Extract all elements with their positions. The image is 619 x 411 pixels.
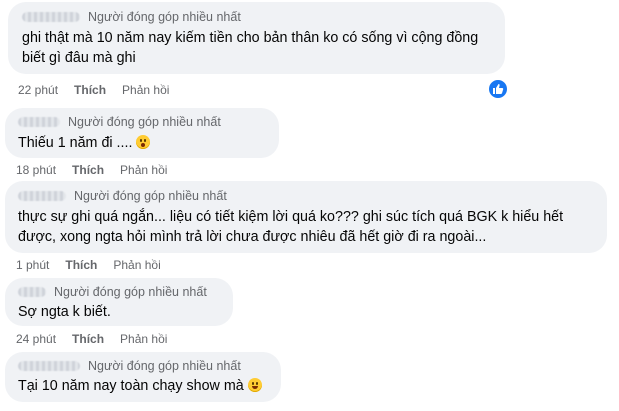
author-name-redacted[interactable]	[18, 287, 46, 297]
comment-text-line: Sợ ngta k biết.	[18, 304, 111, 320]
comment-timestamp[interactable]: 22 phút	[18, 83, 58, 97]
top-contributor-badge: Người đóng góp nhiều nhất	[54, 285, 207, 299]
like-button[interactable]: Thích	[72, 332, 104, 346]
like-button[interactable]: Thích	[72, 163, 104, 177]
comment-header: Người đóng góp nhiều nhất	[18, 189, 227, 203]
comment-timestamp[interactable]: 18 phút	[16, 163, 56, 177]
comment-text-line: được, xong ngta hỏi mình trả lời chưa đư…	[18, 229, 487, 245]
reply-button[interactable]: Phản hồi	[120, 332, 167, 346]
comment-actions: 22 phút Thích Phản hồi	[18, 83, 169, 97]
top-contributor-badge: Người đóng góp nhiều nhất	[88, 10, 241, 24]
comment-header: Người đóng góp nhiều nhất	[22, 10, 241, 24]
comment-text-line: biết gì đâu mà ghi	[22, 50, 136, 66]
author-name-redacted[interactable]	[22, 12, 80, 22]
top-contributor-badge: Người đóng góp nhiều nhất	[68, 115, 221, 129]
top-contributor-badge: Người đóng góp nhiều nhất	[88, 359, 241, 373]
comment-actions: 24 phút Thích Phản hồi	[16, 332, 167, 346]
comment-text: Thiếu 1 năm đi ....	[18, 135, 133, 151]
comment-actions: 1 phút Thích Phản hồi	[16, 258, 161, 272]
reply-button[interactable]: Phản hồi	[113, 258, 160, 272]
like-button[interactable]: Thích	[74, 83, 106, 97]
comment-text-line: Thiếu 1 năm đi ....	[18, 133, 151, 153]
like-reaction-icon[interactable]	[488, 79, 508, 99]
top-contributor-badge: Người đóng góp nhiều nhất	[74, 189, 227, 203]
comment-text-line: thực sự ghi quá ngắn... liệu có tiết kiệ…	[18, 209, 564, 225]
author-name-redacted[interactable]	[18, 361, 80, 371]
reply-button[interactable]: Phản hồi	[120, 163, 167, 177]
comment-header: Người đóng góp nhiều nhất	[18, 115, 221, 129]
comment-text-line: ghi thật mà 10 năm nay kiếm tiền cho bản…	[22, 30, 479, 46]
comment-timestamp[interactable]: 24 phút	[16, 332, 56, 346]
laughing-emoji-icon	[247, 378, 262, 392]
comment-actions: 18 phút Thích Phản hồi	[16, 163, 167, 177]
author-name-redacted[interactable]	[18, 117, 60, 127]
comment-timestamp[interactable]: 1 phút	[16, 258, 49, 272]
comment-text-line: Tại 10 năm nay toàn chạy show mà	[18, 376, 262, 396]
author-name-redacted[interactable]	[18, 191, 66, 201]
like-button[interactable]: Thích	[65, 258, 97, 272]
comment-header: Người đóng góp nhiều nhất	[18, 359, 241, 373]
comment-header: Người đóng góp nhiều nhất	[18, 285, 207, 299]
reply-button[interactable]: Phản hồi	[122, 83, 169, 97]
comment-text: Tại 10 năm nay toàn chạy show mà	[18, 378, 244, 394]
astonished-emoji-icon	[136, 135, 151, 149]
